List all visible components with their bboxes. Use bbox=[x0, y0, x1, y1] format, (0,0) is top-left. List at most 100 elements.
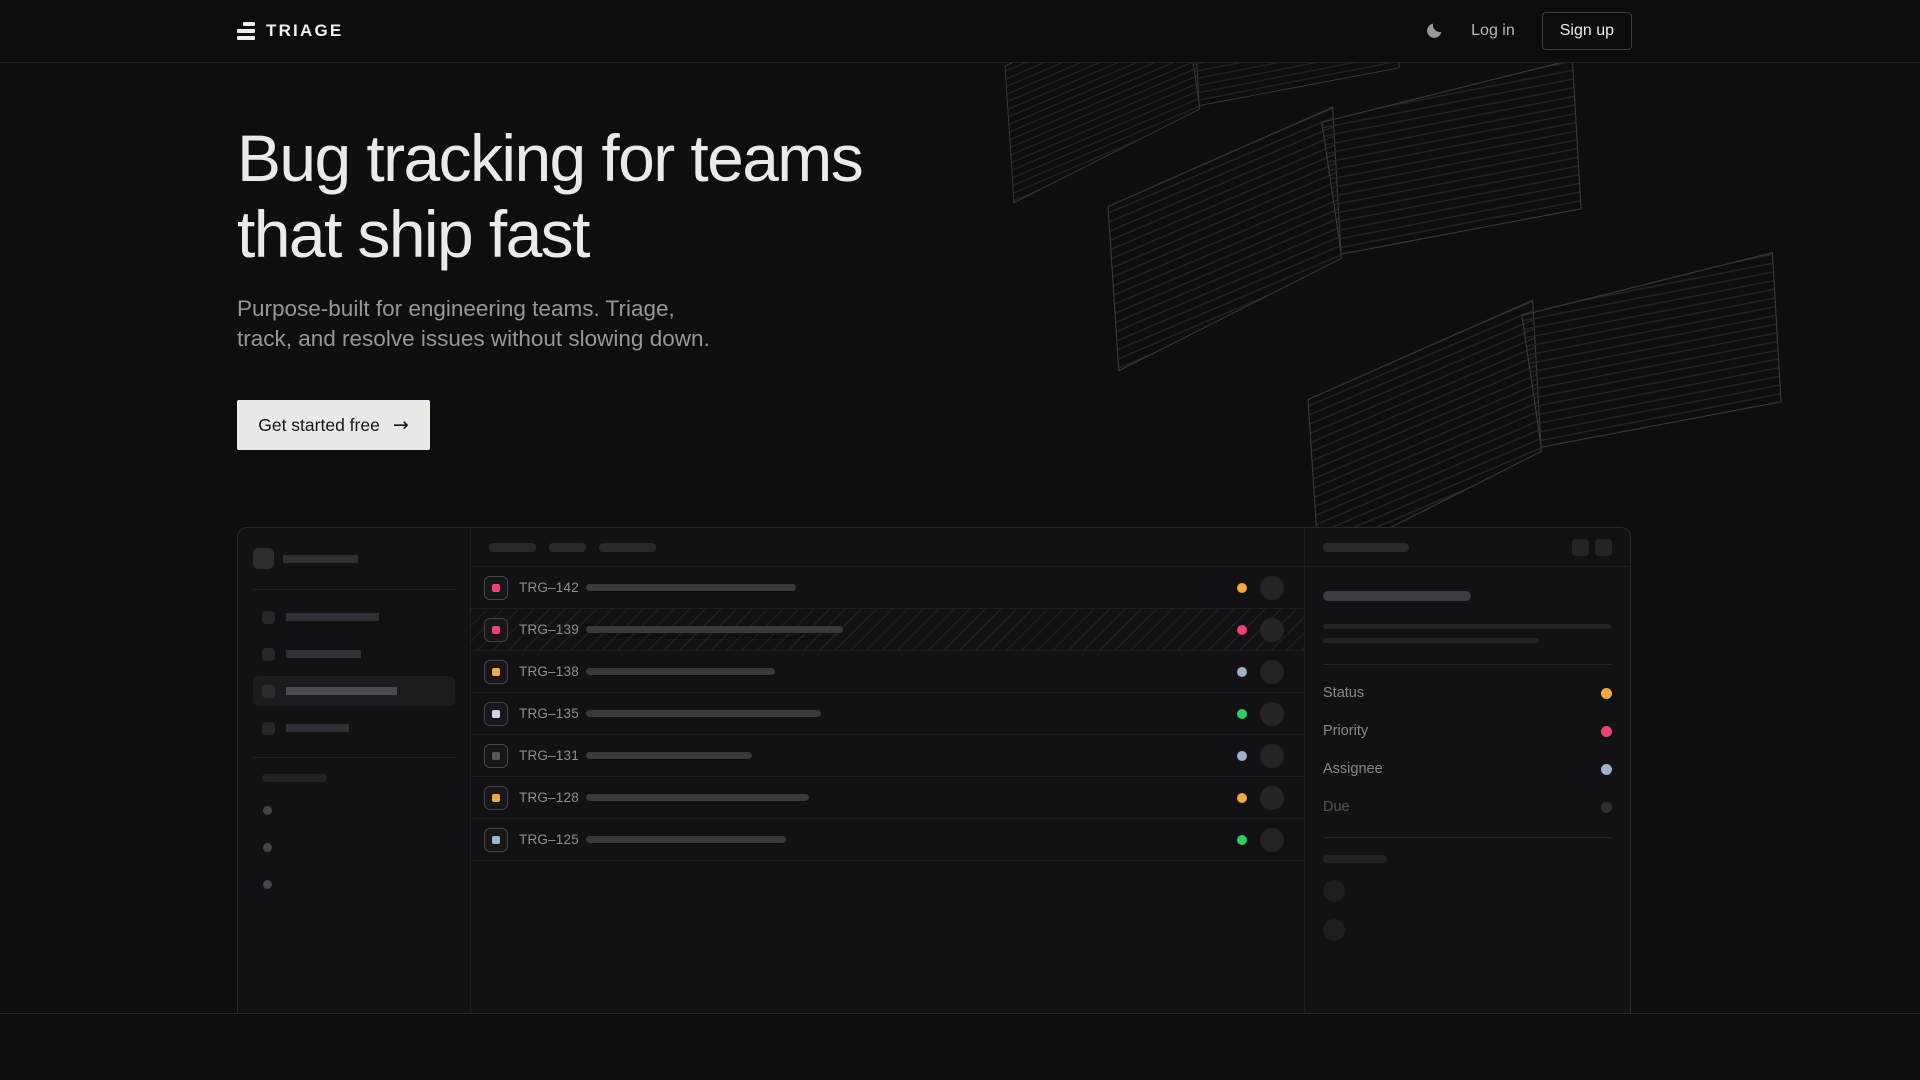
assignee-avatar-placeholder bbox=[1260, 828, 1284, 852]
app-mockup-card: TRG–142 TRG–139 TRG–138 TRG–135 TRG– bbox=[237, 527, 1631, 1013]
issue-title-placeholder bbox=[586, 752, 752, 759]
mockup-issue-row: TRG–142 bbox=[471, 567, 1304, 609]
issue-title-placeholder bbox=[586, 668, 775, 675]
sidebar-item-label-placeholder bbox=[286, 724, 349, 732]
field-label: Priority bbox=[1323, 723, 1368, 739]
issue-row-meta bbox=[1237, 618, 1284, 642]
assignee-avatar-placeholder bbox=[1260, 576, 1284, 600]
nav-actions: Log in Sign up bbox=[1424, 12, 1632, 50]
sidebar-dot-placeholder bbox=[263, 806, 272, 815]
mockup-issue-rows: TRG–142 TRG–139 TRG–138 TRG–135 TRG– bbox=[471, 567, 1304, 861]
heading-line-1: Bug tracking for teams bbox=[237, 121, 862, 195]
mockup-sidebar-item bbox=[253, 676, 455, 706]
status-dot bbox=[1237, 625, 1247, 635]
issue-row-meta bbox=[1237, 828, 1284, 852]
sidebar-section-placeholder bbox=[262, 774, 327, 782]
panel-header-actions bbox=[1572, 539, 1612, 556]
heading-line-2: that ship fast bbox=[237, 197, 589, 271]
workspace-avatar-placeholder bbox=[253, 548, 274, 569]
issue-id: TRG–128 bbox=[519, 790, 582, 805]
theme-toggle-button[interactable] bbox=[1424, 21, 1444, 41]
sidebar-item-icon-placeholder bbox=[262, 648, 275, 661]
log-in-link[interactable]: Log in bbox=[1471, 22, 1515, 40]
sidebar-item-icon-placeholder bbox=[262, 722, 275, 735]
issue-id: TRG–139 bbox=[519, 622, 582, 637]
sidebar-item-label-placeholder bbox=[286, 687, 397, 695]
issue-row-meta bbox=[1237, 576, 1284, 600]
workspace-name-placeholder bbox=[283, 555, 358, 563]
sidebar-divider bbox=[253, 589, 455, 590]
assignee-avatar-placeholder bbox=[1260, 786, 1284, 810]
mockup-sidebar bbox=[238, 528, 471, 1013]
status-dot bbox=[1237, 709, 1247, 719]
mockup-issue-row: TRG–138 bbox=[471, 651, 1304, 693]
assignee-avatar-placeholder bbox=[1260, 702, 1284, 726]
sidebar-item-icon-placeholder bbox=[262, 611, 275, 624]
field-value-dot bbox=[1601, 802, 1612, 813]
assignee-avatar-placeholder bbox=[1260, 618, 1284, 642]
list-filter-placeholder bbox=[599, 543, 656, 552]
mockup-issue-list: TRG–142 TRG–139 TRG–138 TRG–135 TRG– bbox=[471, 528, 1305, 1013]
sidebar-item-icon-placeholder bbox=[262, 685, 275, 698]
field-label: Due bbox=[1323, 799, 1350, 815]
issue-id: TRG–135 bbox=[519, 706, 582, 721]
field-value-dot bbox=[1601, 764, 1612, 775]
panel-divider bbox=[1323, 837, 1612, 838]
hero-subtitle: Purpose-built for engineering teams. Tri… bbox=[237, 294, 717, 354]
mockup-sidebar-nav bbox=[253, 602, 455, 743]
top-navigation: TRIAGE Log in Sign up bbox=[0, 0, 1920, 63]
issue-title-placeholder bbox=[586, 794, 809, 801]
mockup-workspace-row bbox=[253, 548, 455, 569]
mockup-list-header bbox=[471, 528, 1304, 567]
arrow-right-icon: → bbox=[393, 416, 409, 435]
cta-label: Get started free bbox=[258, 415, 380, 436]
brand-logo[interactable]: TRIAGE bbox=[237, 21, 343, 41]
field-label: Status bbox=[1323, 685, 1364, 701]
issue-type-icon bbox=[484, 618, 508, 642]
mockup-issue-row: TRG–135 bbox=[471, 693, 1304, 735]
panel-fields: Status Priority Assignee Due bbox=[1323, 674, 1612, 826]
comment-avatar-placeholder bbox=[1323, 880, 1345, 902]
panel-field-row: Due bbox=[1323, 788, 1612, 826]
list-filter-placeholder bbox=[549, 543, 586, 552]
issue-id: TRG–142 bbox=[519, 580, 582, 595]
status-dot bbox=[1237, 835, 1247, 845]
field-label: Assignee bbox=[1323, 761, 1383, 777]
page-footer bbox=[0, 1013, 1920, 1080]
panel-field-row: Status bbox=[1323, 674, 1612, 712]
sign-up-button[interactable]: Sign up bbox=[1542, 12, 1632, 50]
status-dot bbox=[1237, 667, 1247, 677]
description-line-placeholder bbox=[1323, 638, 1539, 643]
hero-heading: Bug tracking for teamsthat ship fast bbox=[237, 120, 1920, 272]
mockup-issue-row: TRG–128 bbox=[471, 777, 1304, 819]
brand-name: TRIAGE bbox=[266, 21, 343, 41]
assignee-avatar-placeholder bbox=[1260, 660, 1284, 684]
mockup-issue-row: TRG–139 bbox=[471, 609, 1304, 651]
hero-section: Bug tracking for teamsthat ship fast Pur… bbox=[0, 63, 1920, 1013]
issue-id: TRG–125 bbox=[519, 832, 582, 847]
issue-type-icon bbox=[484, 702, 508, 726]
sidebar-dot-placeholder bbox=[263, 843, 272, 852]
issue-type-icon bbox=[484, 786, 508, 810]
comment-avatar-placeholder bbox=[1323, 919, 1345, 941]
issue-type-icon bbox=[484, 576, 508, 600]
issue-id: TRG–131 bbox=[519, 748, 582, 763]
issue-title-placeholder bbox=[1323, 591, 1471, 601]
status-dot bbox=[1237, 793, 1247, 803]
issue-type-icon bbox=[484, 828, 508, 852]
panel-title-placeholder bbox=[1323, 543, 1409, 552]
mockup-sidebar-item bbox=[253, 639, 455, 669]
field-value-dot bbox=[1601, 726, 1612, 737]
mockup-detail-panel: Status Priority Assignee Due bbox=[1305, 528, 1630, 1013]
list-filter-placeholder bbox=[489, 543, 536, 552]
issue-title-placeholder bbox=[586, 836, 786, 843]
activity-section-placeholder bbox=[1323, 855, 1387, 863]
panel-action-placeholder bbox=[1572, 539, 1589, 556]
status-dot bbox=[1237, 751, 1247, 761]
panel-action-placeholder bbox=[1595, 539, 1612, 556]
issue-title-placeholder bbox=[586, 710, 821, 717]
field-value-dot bbox=[1601, 688, 1612, 699]
panel-body: Status Priority Assignee Due bbox=[1305, 567, 1630, 958]
triage-bars-icon bbox=[237, 22, 255, 40]
get-started-button[interactable]: Get started free → bbox=[237, 400, 430, 450]
